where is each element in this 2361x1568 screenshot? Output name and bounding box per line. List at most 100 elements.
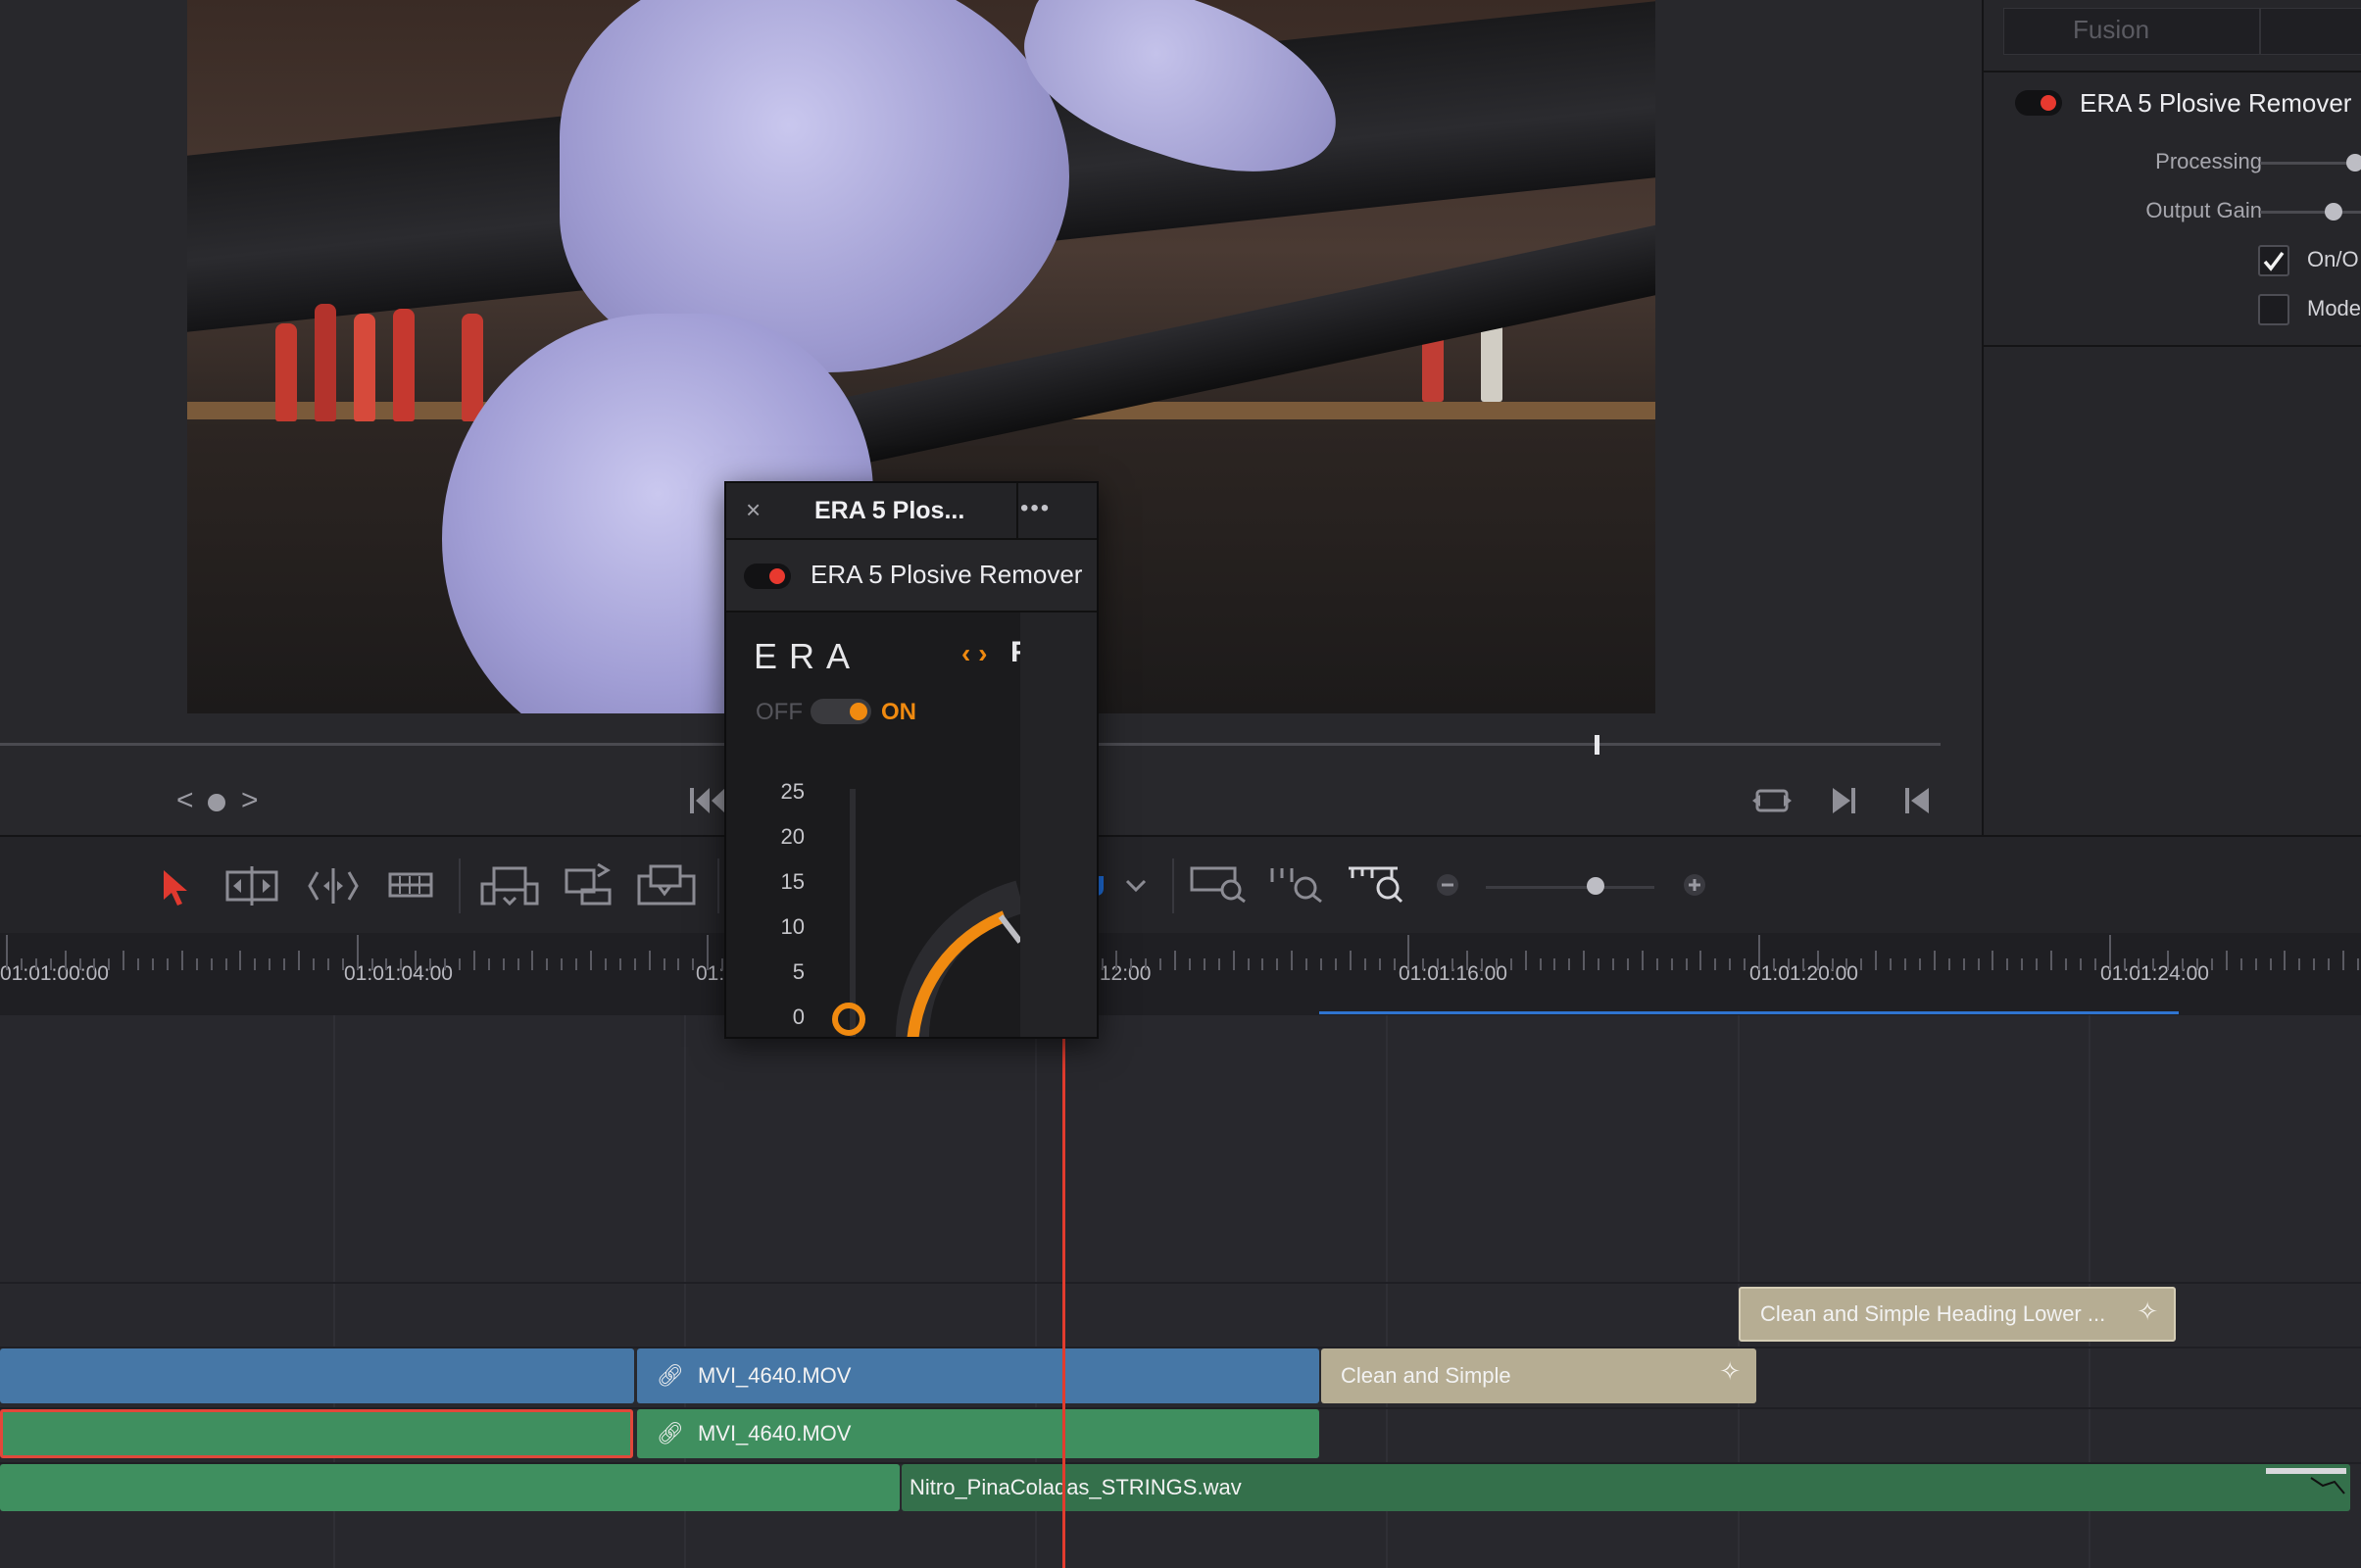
ruler-tick [283, 958, 286, 970]
ruler-tick [1947, 958, 1950, 970]
prev-clip-nav-button[interactable]: < [176, 784, 194, 817]
ruler-tick [6, 935, 8, 970]
off-label[interactable]: OFF [756, 699, 803, 726]
next-clip-icon[interactable] [1831, 784, 1858, 817]
screwdriver-shape [393, 309, 415, 421]
ruler-tick [385, 958, 388, 970]
output-gain-slider-knob[interactable] [2325, 203, 2342, 220]
toolbar-separator [1172, 858, 1174, 913]
dynamic-trim-icon[interactable] [306, 866, 361, 906]
output-gain-label: Output Gain [2145, 198, 2262, 222]
timeline-tracks[interactable]: Clean and Simple Heading Lower ... ✧ 🔗︎ … [0, 1015, 2361, 1568]
zoom-in-icon[interactable] [1682, 872, 1707, 898]
ruler-tick [269, 958, 271, 970]
video-clip-label: MVI_4640.MOV [697, 1363, 852, 1388]
video-clip-left[interactable] [0, 1348, 634, 1403]
plugin-titlebar[interactable]: × ERA 5 Plos... ••• [726, 483, 1097, 540]
clip-nav-dot-icon[interactable] [208, 794, 225, 811]
next-clip-nav-button[interactable]: > [241, 784, 259, 817]
zoom-slider-knob[interactable] [1586, 877, 1604, 895]
tab-fusion[interactable]: Fusion [2073, 15, 2149, 45]
music-clip-left[interactable] [0, 1464, 900, 1511]
zoom-full-icon[interactable] [1190, 864, 1247, 904]
reduction-meter[interactable] [850, 789, 856, 1037]
ruler-tick [575, 958, 578, 970]
ruler-tick [1495, 958, 1498, 970]
ruler-tick [1626, 958, 1629, 970]
ruler-tick [64, 951, 67, 970]
audio-clip-label: MVI_4640.MOV [697, 1421, 852, 1446]
ruler-tick [1598, 958, 1600, 970]
enabled-indicator-icon [2041, 95, 2056, 111]
ruler-tick [1714, 958, 1717, 970]
close-icon[interactable]: × [746, 495, 761, 525]
ruler-tick [166, 958, 169, 970]
processing-dial[interactable] [883, 779, 1020, 1039]
ruler-tick [1845, 958, 1848, 970]
ruler-tick [1466, 951, 1468, 970]
title-clip-lower[interactable]: Clean and Simple ✧ [1321, 1348, 1756, 1403]
playhead[interactable] [1062, 1037, 1065, 1568]
ruler-tick [1539, 958, 1542, 970]
ruler-tick [1918, 958, 1921, 970]
zoom-custom-icon[interactable] [1347, 864, 1403, 904]
overwrite-clip-icon[interactable] [565, 862, 614, 907]
ruler-tick [1568, 958, 1571, 970]
ruler-tick [1159, 958, 1162, 970]
audio-fade-handle-icon[interactable] [2262, 1464, 2350, 1499]
chevron-down-icon[interactable] [1125, 878, 1147, 894]
ruler-tick [1670, 958, 1673, 970]
divider [1984, 345, 2361, 347]
plugin-enable-toggle[interactable] [2015, 90, 2062, 116]
ruler-tick [2138, 958, 2140, 970]
divider [1984, 71, 2361, 73]
video-clip[interactable]: 🔗︎ MVI_4640.MOV [637, 1348, 1319, 1403]
zoom-detail-icon[interactable] [1268, 864, 1325, 904]
replace-clip-icon[interactable] [637, 862, 696, 907]
scrubber-handle[interactable] [1595, 735, 1599, 755]
title-clip-lower-label: Clean and Simple [1341, 1363, 1511, 1388]
trim-edit-icon[interactable] [223, 866, 280, 906]
track-divider [0, 1282, 2361, 1284]
ruler-tick [472, 951, 475, 970]
ruler-ticks [0, 933, 2361, 1015]
blade-icon[interactable] [388, 870, 433, 902]
first-frame-icon[interactable] [688, 784, 727, 817]
plugin-window-enable-toggle[interactable] [744, 564, 791, 589]
screwdriver-shape [275, 323, 297, 421]
ruler-tick [531, 951, 534, 970]
music-clip[interactable]: Nitro_PinaColadas_STRINGS.wav [902, 1464, 2350, 1511]
audio-clip[interactable]: 🔗︎ MVI_4640.MOV [637, 1409, 1319, 1458]
ruler-tick [429, 958, 432, 970]
ruler-tick [1378, 958, 1381, 970]
ruler-tick [1904, 958, 1906, 970]
meter-handle[interactable] [832, 1003, 865, 1036]
processing-slider-knob[interactable] [2346, 154, 2361, 172]
timeline-ruler[interactable]: 01:01:00:00 01:01:04:00 01: :12:00 01:01… [0, 933, 2361, 1017]
ruler-tick [2006, 958, 2009, 970]
ruler-tick [2342, 951, 2344, 970]
title-clip-upper[interactable]: Clean and Simple Heading Lower ... ✧ [1739, 1287, 2176, 1342]
render-range-bar [1319, 1011, 2179, 1014]
ruler-tick [516, 958, 519, 970]
last-clip-icon[interactable] [1903, 784, 1931, 817]
audio-clip-left-selected[interactable] [0, 1409, 633, 1458]
zoom-slider[interactable] [1486, 886, 1654, 889]
on-off-checkbox[interactable] [2258, 245, 2289, 276]
inspector-plugin-name: ERA 5 Plosive Remover [2080, 88, 2352, 118]
on-label[interactable]: ON [881, 699, 916, 726]
zoom-out-icon[interactable] [1435, 872, 1460, 898]
selection-arrow-icon[interactable] [161, 868, 190, 907]
output-gain-slider[interactable] [2260, 211, 2361, 214]
loop-icon[interactable] [1752, 784, 1792, 817]
ruler-tick [326, 958, 329, 970]
sparkle-icon: ✧ [2137, 1297, 2158, 1326]
sparkle-icon: ✧ [1719, 1356, 1741, 1386]
on-off-switch[interactable] [811, 699, 871, 724]
more-options-icon[interactable]: ••• [1020, 495, 1051, 522]
ruler-tick [20, 958, 23, 970]
mode-checkbox[interactable] [2258, 294, 2289, 325]
ruler-tick [1276, 958, 1279, 970]
ruler-tick [1553, 958, 1556, 970]
insert-clip-icon[interactable] [480, 864, 539, 907]
